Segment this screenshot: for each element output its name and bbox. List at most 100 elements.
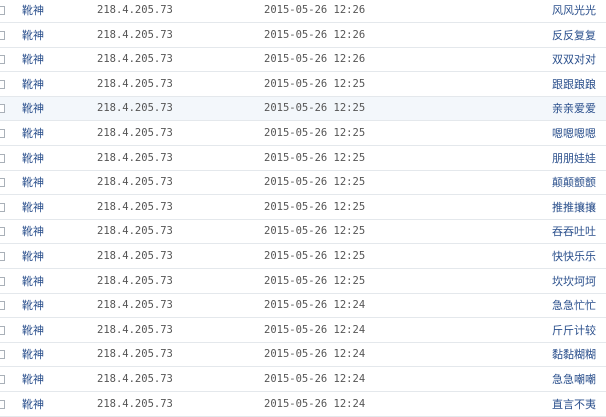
ip-address: 218.4.205.73 — [97, 299, 173, 312]
timestamp: 2015-05-26 12:24 — [264, 373, 366, 385]
ip-address: 218.4.205.73 — [97, 397, 173, 410]
table-row[interactable]: 靴神 218.4.205.73 2015-05-26 12:24 急急忙忙 — [0, 294, 606, 319]
ip-address: 218.4.205.73 — [97, 274, 173, 287]
user-link[interactable]: 靴神 — [22, 343, 44, 366]
table-row[interactable]: 靴神 218.4.205.73 2015-05-26 12:24 斤斤计较 — [0, 319, 606, 343]
timestamp: 2015-05-26 12:25 — [264, 274, 366, 287]
table-row[interactable]: 靴神 218.4.205.73 2015-05-26 12:26 风风光光 — [0, 0, 606, 23]
ip-address: 218.4.205.73 — [97, 200, 173, 213]
word-link[interactable]: 吞吞吐吐 — [552, 220, 596, 243]
user-link[interactable]: 靴神 — [22, 0, 44, 22]
table-row[interactable]: 靴神 218.4.205.73 2015-05-26 12:24 黏黏糊糊 — [0, 343, 606, 368]
timestamp: 2015-05-26 12:24 — [264, 323, 366, 336]
table-row[interactable]: 靴神 218.4.205.73 2015-05-26 12:24 急急嘲嘲 — [0, 368, 606, 392]
user-link[interactable]: 靴神 — [22, 196, 44, 219]
word-link[interactable]: 颠颠颤颤 — [552, 171, 596, 194]
timestamp: 2015-05-26 12:25 — [264, 176, 366, 189]
table-row[interactable]: 靴神 218.4.205.73 2015-05-26 12:24 直言不夷 — [0, 393, 606, 417]
user-link[interactable]: 靴神 — [22, 270, 44, 293]
row-checkbox[interactable] — [0, 104, 5, 114]
timestamp: 2015-05-26 12:25 — [264, 151, 366, 164]
row-checkbox[interactable] — [0, 325, 5, 335]
user-link[interactable]: 靴神 — [22, 24, 44, 47]
table-row[interactable]: 靴神 218.4.205.73 2015-05-26 12:25 亲亲爱爱 — [0, 97, 606, 122]
word-link[interactable]: 朋朋娃娃 — [552, 147, 596, 170]
ip-address: 218.4.205.73 — [97, 127, 173, 139]
table-row[interactable]: 靴神 218.4.205.73 2015-05-26 12:25 吞吞吐吐 — [0, 220, 606, 245]
word-link[interactable]: 急急嘲嘲 — [552, 368, 596, 391]
word-link[interactable]: 快快乐乐 — [552, 245, 596, 268]
ip-address: 218.4.205.73 — [97, 77, 173, 90]
user-link[interactable]: 靴神 — [22, 220, 44, 243]
user-link[interactable]: 靴神 — [22, 97, 44, 120]
word-link[interactable]: 双双对对 — [552, 48, 596, 71]
timestamp: 2015-05-26 12:26 — [264, 28, 366, 41]
word-link[interactable]: 风风光光 — [552, 0, 596, 22]
word-link[interactable]: 嗯嗯嗯嗯 — [552, 122, 596, 145]
timestamp: 2015-05-26 12:24 — [264, 348, 366, 361]
word-link[interactable]: 坎坎坷坷 — [552, 270, 596, 293]
row-checkbox[interactable] — [0, 350, 5, 360]
table-row[interactable]: 靴神 218.4.205.73 2015-05-26 12:26 反反复复 — [0, 24, 606, 48]
ip-address: 218.4.205.73 — [97, 151, 173, 164]
table-row[interactable]: 靴神 218.4.205.73 2015-05-26 12:25 跟跟踉踉 — [0, 73, 606, 97]
word-link[interactable]: 反反复复 — [552, 24, 596, 47]
ip-address: 218.4.205.73 — [97, 373, 173, 385]
word-link[interactable]: 斤斤计较 — [552, 319, 596, 342]
row-checkbox[interactable] — [0, 399, 5, 409]
word-link[interactable]: 亲亲爱爱 — [552, 97, 596, 120]
word-link[interactable]: 黏黏糊糊 — [552, 343, 596, 366]
timestamp: 2015-05-26 12:25 — [264, 200, 366, 213]
word-link[interactable]: 直言不夷 — [552, 393, 596, 416]
ip-address: 218.4.205.73 — [97, 4, 173, 16]
user-link[interactable]: 靴神 — [22, 393, 44, 416]
ip-address: 218.4.205.73 — [97, 28, 173, 41]
user-link[interactable]: 靴神 — [22, 294, 44, 317]
row-checkbox[interactable] — [0, 79, 5, 89]
timestamp: 2015-05-26 12:25 — [264, 102, 366, 115]
table-row[interactable]: 靴神 218.4.205.73 2015-05-26 12:25 推推攘攘 — [0, 196, 606, 220]
user-link[interactable]: 靴神 — [22, 48, 44, 71]
row-checkbox[interactable] — [0, 227, 5, 237]
row-checkbox[interactable] — [0, 375, 5, 384]
row-checkbox[interactable] — [0, 202, 5, 212]
table-row[interactable]: 靴神 218.4.205.73 2015-05-26 12:25 坎坎坷坷 — [0, 270, 606, 294]
word-link[interactable]: 急急忙忙 — [552, 294, 596, 317]
row-checkbox[interactable] — [0, 30, 5, 40]
ip-address: 218.4.205.73 — [97, 102, 173, 115]
row-checkbox[interactable] — [0, 129, 5, 138]
row-checkbox[interactable] — [0, 252, 5, 261]
timestamp: 2015-05-26 12:25 — [264, 250, 366, 262]
row-checkbox[interactable] — [0, 55, 5, 65]
timestamp: 2015-05-26 12:25 — [264, 127, 366, 139]
timestamp: 2015-05-26 12:25 — [264, 77, 366, 90]
ip-address: 218.4.205.73 — [97, 323, 173, 336]
user-link[interactable]: 靴神 — [22, 171, 44, 194]
row-checkbox[interactable] — [0, 276, 5, 286]
row-checkbox[interactable] — [0, 153, 5, 163]
ip-address: 218.4.205.73 — [97, 176, 173, 189]
row-checkbox[interactable] — [0, 301, 5, 311]
ip-address: 218.4.205.73 — [97, 225, 173, 238]
row-checkbox[interactable] — [0, 6, 5, 15]
timestamp: 2015-05-26 12:24 — [264, 397, 366, 410]
table-row[interactable]: 靴神 218.4.205.73 2015-05-26 12:25 颠颠颤颤 — [0, 171, 606, 196]
user-link[interactable]: 靴神 — [22, 319, 44, 342]
user-link[interactable]: 靴神 — [22, 73, 44, 96]
timestamp: 2015-05-26 12:25 — [264, 225, 366, 238]
table-row[interactable]: 靴神 218.4.205.73 2015-05-26 12:26 双双对对 — [0, 48, 606, 73]
user-link[interactable]: 靴神 — [22, 147, 44, 170]
table-row[interactable]: 靴神 218.4.205.73 2015-05-26 12:25 朋朋娃娃 — [0, 147, 606, 171]
timestamp: 2015-05-26 12:26 — [264, 53, 366, 66]
user-link[interactable]: 靴神 — [22, 245, 44, 268]
user-link[interactable]: 靴神 — [22, 122, 44, 145]
table-row[interactable]: 靴神 218.4.205.73 2015-05-26 12:25 快快乐乐 — [0, 245, 606, 269]
table-row[interactable]: 靴神 218.4.205.73 2015-05-26 12:25 嗯嗯嗯嗯 — [0, 122, 606, 146]
record-list: 靴神 218.4.205.73 2015-05-26 12:26 风风光光 靴神 218.… — [0, 0, 606, 417]
word-link[interactable]: 推推攘攘 — [552, 196, 596, 219]
word-link[interactable]: 跟跟踉踉 — [552, 73, 596, 96]
ip-address: 218.4.205.73 — [97, 348, 173, 361]
row-checkbox[interactable] — [0, 178, 5, 188]
user-link[interactable]: 靴神 — [22, 368, 44, 391]
ip-address: 218.4.205.73 — [97, 250, 173, 262]
